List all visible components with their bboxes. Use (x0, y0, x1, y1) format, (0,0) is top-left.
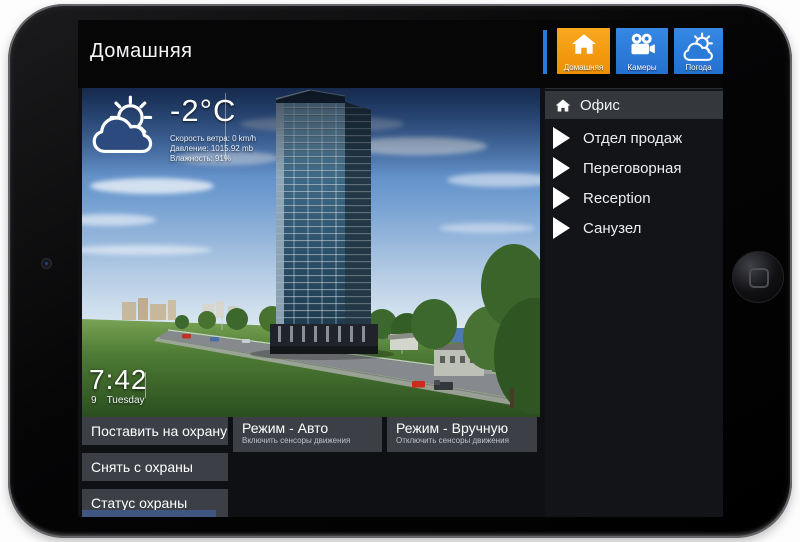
weather-divider (225, 93, 226, 161)
front-camera (41, 258, 52, 269)
play-icon (553, 187, 570, 209)
pressure: Давление: 1015.92 mb (170, 144, 256, 154)
nav-home-button[interactable]: Домашняя (557, 28, 610, 74)
play-icon (553, 157, 570, 179)
sidebar-item-bathroom[interactable]: Санузел (545, 213, 723, 243)
weather-details: Скорость ветра: 0 km/h Давление: 1015.92… (170, 134, 256, 164)
security-status-button[interactable]: Статус охраны (82, 489, 228, 517)
clock-weekday: Tuesday (107, 395, 145, 406)
clock-date: 9 Tuesday (91, 395, 145, 406)
sidebar-item-label: Офис (580, 97, 620, 114)
screenshot-stage: Домашняя Домашняя (0, 0, 800, 542)
mode-manual-subtitle: Отключить сенсоры движения (396, 436, 537, 446)
security-status-label: Статус охраны (91, 495, 187, 511)
sidebar-item-sales[interactable]: Отдел продаж (545, 123, 723, 153)
tablet-home-button[interactable] (732, 251, 784, 303)
home-icon (557, 32, 610, 61)
nav-weather-button[interactable]: Погода (674, 28, 723, 74)
disarm-security-button[interactable]: Снять с охраны (82, 453, 228, 481)
room-sidebar: Офис Отдел продаж Переговорная Reception… (545, 88, 723, 517)
sidebar-item-label: Переговорная (583, 160, 682, 177)
sidebar-item-office[interactable]: Офис (545, 91, 723, 119)
app-screen: Домашняя Домашняя (78, 20, 723, 517)
building-photo: -2°C Скорость ветра: 0 km/h Давление: 10… (82, 88, 540, 417)
mode-manual-title: Режим - Вручную (396, 420, 537, 436)
nav-cameras-button[interactable]: Камеры (616, 28, 668, 74)
nav-weather-label: Погода (674, 63, 723, 72)
mode-auto-button[interactable]: Режим - Авто Включить сенсоры движения (233, 417, 382, 452)
sidebar-item-label: Reception (583, 190, 651, 207)
nav-cameras-label: Камеры (616, 63, 668, 72)
tablet-frame: Домашняя Домашняя (8, 4, 792, 538)
title-bar: Домашняя Домашняя (78, 20, 723, 88)
mode-manual-button[interactable]: Режим - Вручную Отключить сенсоры движен… (387, 417, 537, 452)
play-icon (553, 217, 570, 239)
humidity: Влажность: 91% (170, 154, 256, 164)
home-small-icon (555, 98, 571, 113)
clock-day: 9 (91, 395, 97, 406)
arm-security-button[interactable]: Поставить на охрану (82, 417, 228, 445)
sidebar-item-meeting[interactable]: Переговорная (545, 153, 723, 183)
weather-sun-cloud-icon (90, 94, 158, 165)
mode-auto-subtitle: Включить сенсоры движения (242, 436, 382, 446)
camera-icon (616, 32, 668, 62)
mode-auto-title: Режим - Авто (242, 420, 382, 436)
page-title: Домашняя (90, 40, 193, 63)
security-status-progress (82, 510, 216, 517)
sidebar-item-label: Санузел (583, 220, 641, 237)
temperature-value: -2°C (170, 93, 236, 129)
sidebar-item-label: Отдел продаж (583, 130, 682, 147)
clock-divider (145, 372, 146, 398)
sidebar-item-reception[interactable]: Reception (545, 183, 723, 213)
nav-partial-button[interactable] (543, 30, 547, 74)
wind-speed: Скорость ветра: 0 km/h (170, 134, 256, 144)
nav-home-label: Домашняя (557, 63, 610, 72)
clock-time: 7:42 (89, 364, 148, 396)
play-icon (553, 127, 570, 149)
